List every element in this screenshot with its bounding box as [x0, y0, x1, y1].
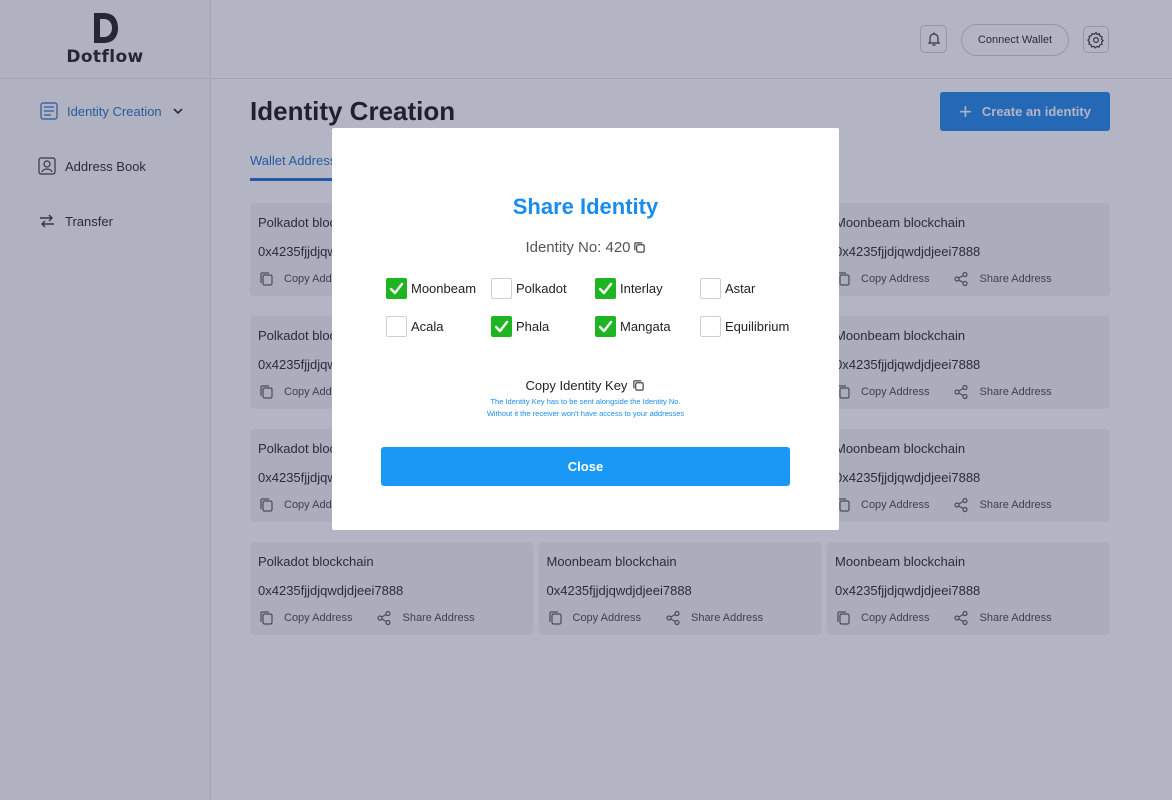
identity-key-note-line: Without it the receiver won't have acces…	[486, 409, 685, 418]
checkbox[interactable]	[386, 278, 407, 299]
close-button[interactable]: Close	[381, 447, 790, 486]
chain-checkbox-phala[interactable]: Phala	[491, 316, 595, 337]
checkbox[interactable]	[700, 316, 721, 337]
chain-checkbox-moonbeam[interactable]: Moonbeam	[386, 278, 491, 299]
share-identity-modal: Share Identity Identity No: 420 Moonbeam…	[332, 128, 839, 530]
checkmark-icon	[494, 320, 509, 333]
chain-checkbox-equilibrium[interactable]: Equilibrium	[700, 316, 806, 337]
chain-checkbox-label: Acala	[411, 319, 444, 334]
copy-identity-key-label: Copy Identity Key	[525, 378, 628, 393]
checkbox[interactable]	[491, 316, 512, 337]
copy-icon[interactable]	[633, 241, 646, 254]
chain-checkbox-label: Phala	[516, 319, 550, 334]
checkbox[interactable]	[386, 316, 407, 337]
chain-checkbox-label: Equilibrium	[725, 319, 790, 334]
identity-number-text: Identity No: 420	[525, 239, 631, 256]
chain-checkbox-label: Astar	[725, 281, 756, 296]
chain-checkbox-mangata[interactable]: Mangata	[595, 316, 700, 337]
chain-checkbox-label: Interlay	[620, 281, 663, 296]
modal-title: Share Identity	[512, 194, 659, 219]
checkbox[interactable]	[595, 316, 616, 337]
chain-checkbox-label: Mangata	[620, 319, 671, 334]
copy-identity-key[interactable]: Copy Identity Key	[332, 378, 839, 393]
chain-checkbox-acala[interactable]: Acala	[386, 316, 491, 337]
checkmark-icon	[389, 282, 404, 295]
checkbox[interactable]	[491, 278, 512, 299]
chain-checkbox-interlay[interactable]: Interlay	[595, 278, 700, 299]
checkmark-icon	[598, 282, 613, 295]
identity-number: Identity No: 420	[332, 239, 839, 256]
checkbox[interactable]	[595, 278, 616, 299]
chain-checkbox-label: Polkadot	[516, 281, 567, 296]
checkbox[interactable]	[700, 278, 721, 299]
chain-checkbox-astar[interactable]: Astar	[700, 278, 806, 299]
chain-checkbox-grid: Moonbeam Polkadot Interlay Astar Acala Phala M…	[386, 278, 806, 337]
chain-checkbox-polkadot[interactable]: Polkadot	[491, 278, 595, 299]
identity-key-note-line: The Identity Key has to be sent alongsid…	[490, 397, 681, 406]
copy-icon	[633, 380, 645, 391]
identity-key-note: The Identity Key has to be sent alongsid…	[332, 396, 839, 420]
checkmark-icon	[598, 320, 613, 333]
chain-checkbox-label: Moonbeam	[411, 281, 477, 296]
